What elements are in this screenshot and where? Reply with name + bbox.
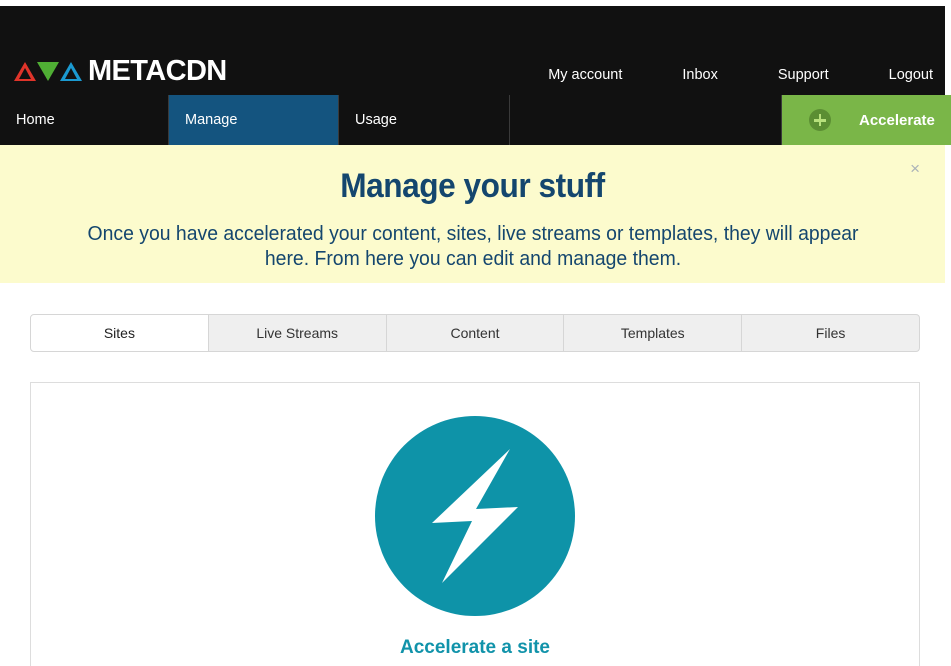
plus-circle-icon xyxy=(809,109,831,131)
triangle-up-red-icon xyxy=(14,61,36,81)
metacdn-logo[interactable]: METACDN xyxy=(14,54,227,88)
nav-item-home[interactable]: Home xyxy=(0,95,169,145)
top-link-support[interactable]: Support xyxy=(778,66,829,84)
logo-text: METACDN xyxy=(88,54,227,87)
tab-files[interactable]: Files xyxy=(742,314,920,352)
content-type-tabs: Sites Live Streams Content Templates Fil… xyxy=(30,314,920,352)
nav-spacer xyxy=(510,95,782,145)
accelerate-site-tile[interactable]: Accelerate a site xyxy=(31,383,919,660)
top-link-inbox[interactable]: Inbox xyxy=(682,66,717,84)
logo-triangles xyxy=(14,61,82,81)
triangle-up-blue-icon xyxy=(60,61,82,81)
top-header: METACDN My account Inbox Support Logout xyxy=(0,6,945,95)
lightning-bolt-glyph xyxy=(432,449,518,583)
page-root: METACDN My account Inbox Support Logout … xyxy=(0,0,951,666)
banner-title: Manage your stuff xyxy=(340,167,605,205)
accelerate-site-caption: Accelerate a site xyxy=(400,637,550,658)
triangle-down-green-icon xyxy=(37,61,59,81)
top-link-logout[interactable]: Logout xyxy=(889,66,933,84)
lightning-bolt-icon xyxy=(375,416,575,616)
top-utility-links: My account Inbox Support Logout xyxy=(548,66,933,84)
banner-subtitle: Once you have accelerated your content, … xyxy=(87,223,858,270)
top-link-my-account[interactable]: My account xyxy=(548,66,622,84)
tab-content[interactable]: Content xyxy=(386,314,565,352)
tab-live-streams[interactable]: Live Streams xyxy=(208,314,387,352)
tab-sites[interactable]: Sites xyxy=(30,314,209,352)
accelerate-button-label: Accelerate xyxy=(859,111,935,129)
info-banner: × Manage your stuff Once you have accele… xyxy=(0,145,945,283)
accelerate-button[interactable]: Accelerate xyxy=(782,95,951,145)
tab-templates[interactable]: Templates xyxy=(564,314,743,352)
content-panel: Accelerate a site xyxy=(30,382,920,666)
nav-item-usage[interactable]: Usage xyxy=(339,95,510,145)
main-nav: Home Manage Usage Accelerate xyxy=(0,95,951,145)
nav-item-manage[interactable]: Manage xyxy=(169,95,339,145)
